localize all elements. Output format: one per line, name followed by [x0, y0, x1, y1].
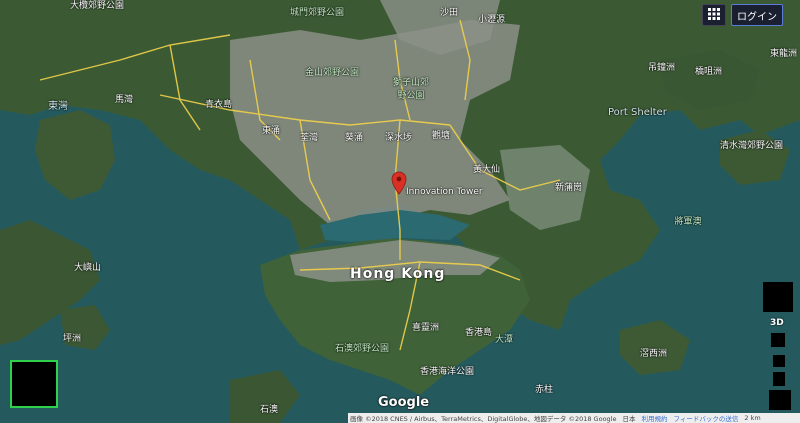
place-label: 荃灣 — [300, 133, 319, 143]
water-label: Port Shelter — [608, 107, 667, 118]
google-logo: Google — [378, 395, 430, 410]
compass-control[interactable] — [771, 333, 785, 347]
zoom-in-control[interactable] — [773, 372, 785, 386]
imagery-attribution: 画像 ©2018 CNES / Airbus、TerraMetrics、Digi… — [350, 415, 617, 423]
terms-link[interactable]: 利用規約 — [641, 413, 667, 423]
satellite-map[interactable] — [0, 0, 800, 423]
place-label: 城門郊野公園 — [290, 8, 345, 18]
place-label: 沙田 — [440, 8, 459, 18]
3d-toggle-button[interactable]: 3D — [770, 318, 784, 328]
place-label: 石澳郊野公園 — [335, 344, 390, 354]
place-label: 青衣島 — [205, 100, 233, 110]
place-label: 黃大仙 — [473, 165, 501, 175]
place-label: 大欖郊野公園 — [70, 1, 125, 11]
place-label: 赤柱 — [535, 385, 554, 395]
place-label: 坪洲 — [63, 334, 82, 344]
attribution-bar: 画像 ©2018 CNES / Airbus、TerraMetrics、Digi… — [348, 413, 800, 423]
zoom-out-control[interactable] — [769, 390, 791, 410]
place-label: 葵涌 — [345, 133, 364, 143]
place-label: 金山郊野公園 — [305, 68, 360, 78]
place-label: 馬灣 — [115, 95, 134, 105]
place-label: 滘西洲 — [640, 349, 668, 359]
apps-grid-icon — [708, 7, 720, 23]
place-label: 東龍洲 — [770, 49, 798, 59]
feedback-link[interactable]: フィードバックの送信 — [673, 413, 738, 423]
place-label: 獅子山郊野公園 — [392, 78, 429, 101]
minimap-icon[interactable] — [10, 360, 58, 408]
place-label: 小瀝源 — [478, 15, 506, 25]
place-label: 東涌 — [262, 126, 281, 136]
place-label: 新蒲崗 — [555, 183, 583, 193]
apps-grid-button[interactable] — [702, 4, 726, 26]
pegman-control[interactable] — [773, 355, 785, 367]
login-button[interactable]: ログイン — [731, 4, 783, 26]
place-label: 石澳 — [260, 405, 279, 415]
place-label: 深水埗 — [385, 133, 413, 143]
place-label: 大潭 — [495, 335, 514, 345]
water-label: 東灣 — [48, 101, 68, 112]
place-label: 將軍澳 — [674, 217, 702, 227]
map-control-black[interactable] — [763, 282, 793, 312]
city-label: Hong Kong — [350, 266, 446, 282]
place-label: 香港島 — [465, 328, 493, 338]
place-label: 大嶼山 — [74, 263, 102, 273]
marker-label[interactable]: Innovation Tower — [406, 187, 483, 197]
place-label: 觀塘 — [432, 131, 451, 141]
country-label: 日本 — [622, 415, 636, 423]
place-label: 橋咀洲 — [695, 67, 723, 77]
place-label: 喜靈洲 — [412, 323, 440, 333]
place-label: 吊鐘洲 — [648, 63, 676, 73]
place-label: 清水灣郊野公園 — [720, 141, 784, 151]
place-label: 香港海洋公園 — [420, 367, 475, 377]
scale-bar: 2 km — [744, 414, 761, 422]
